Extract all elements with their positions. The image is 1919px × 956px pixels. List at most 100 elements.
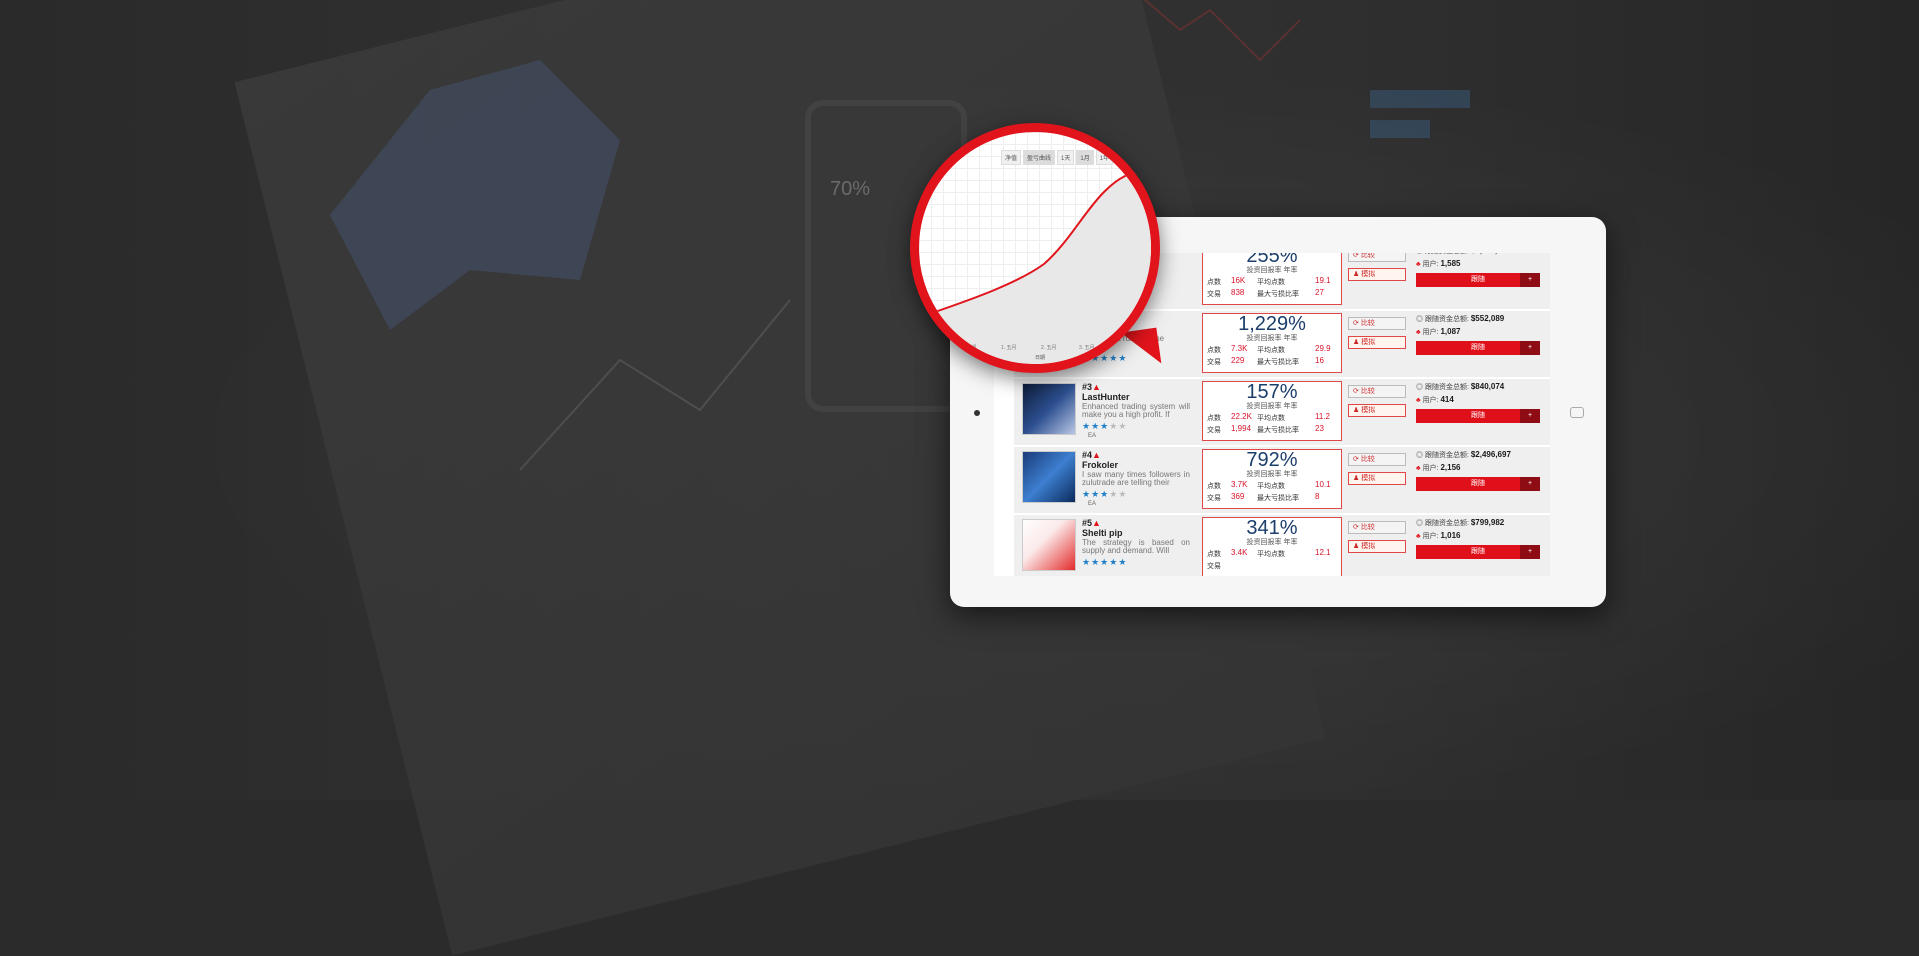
legend-swatch (1013, 365, 1022, 370)
funds-label: 跟随资金总额: (1424, 384, 1469, 391)
follow-label: 跟随 (1471, 344, 1485, 351)
simulate-button[interactable]: ♟ 模拟 (1348, 472, 1406, 485)
avg-pips-value: 19.1 (1315, 276, 1331, 285)
simulate-button[interactable]: ♟ 模拟 (1348, 540, 1406, 553)
follow-button[interactable]: 跟随 + (1416, 477, 1540, 491)
compare-button[interactable]: ⟳ 比较 (1348, 385, 1406, 398)
funds-value: $1,117,629 (1471, 253, 1511, 255)
simulate-label: 模拟 (1361, 271, 1376, 278)
trader-stats: 792% 投资回报率 年率 点数 3.7K 平均点数 10.1 交易 369 最大亏损比率 8 (1202, 449, 1342, 509)
refresh-icon: ⟳ (1353, 320, 1361, 327)
trader-rating: ★★★★★ (1082, 557, 1127, 568)
plus-icon[interactable]: + (1520, 545, 1540, 559)
trader-description: Enhanced trading system will make you a … (1082, 402, 1190, 419)
person-icon: ♟ (1353, 339, 1362, 346)
funds-line: ◎ 跟随资金总额: $552,089 (1416, 313, 1540, 326)
trader-tag: EA (1088, 433, 1097, 439)
simulate-button[interactable]: ♟ 模拟 (1348, 268, 1406, 281)
star-icon: ★ (1082, 489, 1092, 499)
star-icon: ★ (1091, 557, 1101, 567)
simulate-button[interactable]: ♟ 模拟 (1348, 404, 1406, 417)
max-loss-label: 最大亏损比率 (1257, 495, 1299, 502)
avg-pips-label: 平均点数 (1257, 551, 1285, 558)
pips-label: 点数 (1207, 483, 1221, 490)
simulate-button[interactable]: ♟ 模拟 (1348, 336, 1406, 349)
users-line: ♣ 用户: 2,156 (1416, 462, 1540, 475)
follow-button[interactable]: 跟随 + (1416, 409, 1540, 423)
simulate-label: 模拟 (1361, 339, 1376, 346)
rank-up-icon: ▲ (1092, 518, 1101, 528)
avg-pips-label: 平均点数 (1257, 415, 1285, 422)
pips-value: 3.4K (1231, 548, 1248, 557)
trader-name[interactable]: Frokoler (1082, 460, 1118, 470)
simulate-label: 模拟 (1361, 407, 1376, 414)
person-icon: ♟ (1353, 407, 1362, 414)
users-label: 用户: (1422, 533, 1439, 540)
trader-name-block: #3▲ LastHunter (1082, 382, 1130, 402)
trader-follow-panel: ◎ 跟随资金总额: $1,117,629 ♣ 用户: 1,585 跟随 + (1416, 253, 1540, 287)
compare-button[interactable]: ⟳ 比较 (1348, 453, 1406, 466)
x-tick: 3. 五月 (1079, 345, 1095, 351)
star-icon: ★ (1091, 421, 1101, 431)
follow-button[interactable]: 跟随 + (1416, 545, 1540, 559)
funds-value: $2,496,697 (1470, 450, 1511, 459)
compare-button[interactable]: ⟳ 比较 (1348, 253, 1406, 262)
star-icon: ★ (1118, 557, 1128, 567)
compare-button[interactable]: ⟳ 比较 (1348, 317, 1406, 330)
funds-label: 跟随资金总额: (1424, 520, 1469, 527)
trader-row[interactable]: #4▲ Frokoler I saw many times followers in… (1014, 447, 1550, 515)
users-line: ♣ 用户: 414 (1416, 394, 1540, 407)
trader-avatar[interactable] (1022, 451, 1076, 503)
users-value: 414 (1440, 395, 1454, 404)
star-icon: ★ (1118, 489, 1128, 499)
trader-actions: ⟳ 比较 ♟ 模拟 (1348, 385, 1406, 423)
trader-name[interactable]: LastHunter (1082, 392, 1130, 402)
refresh-icon: ⟳ (1353, 253, 1361, 259)
refresh-icon: ⟳ (1353, 388, 1361, 395)
star-icon: ★ (1109, 421, 1119, 431)
compare-button[interactable]: ⟳ 比较 (1348, 521, 1406, 534)
x-tick: 1. 五月 (1001, 345, 1017, 351)
star-icon: ★ (1082, 421, 1092, 431)
chart-legend: ROI · 日期 (1013, 364, 1048, 371)
max-loss-value: 16 (1315, 356, 1324, 365)
pips-label: 点数 (1207, 551, 1221, 558)
avg-pips-value: 11.2 (1315, 412, 1330, 421)
plus-icon[interactable]: + (1520, 477, 1540, 491)
pips-value: 22.2K (1231, 412, 1252, 421)
avg-pips-label: 平均点数 (1257, 347, 1285, 354)
follow-button[interactable]: 跟随 + (1416, 273, 1540, 287)
trader-stats: 157% 投资回报率 年率 点数 22.2K 平均点数 11.2 交易 1,994 最大亏损比率… (1202, 381, 1342, 441)
trader-avatar[interactable] (1022, 519, 1076, 571)
plus-icon[interactable]: + (1520, 409, 1540, 423)
roi-label: 投资回报率 年率 (1246, 471, 1298, 478)
trader-row[interactable]: #5▲ Shelti pip The strategy is based on su… (1014, 515, 1550, 576)
trader-row[interactable]: #3▲ LastHunter Enhanced trading system wil… (1014, 379, 1550, 447)
max-loss-value: 23 (1315, 424, 1324, 433)
trader-follow-panel: ◎ 跟随资金总额: $840,074 ♣ 用户: 414 跟随 + (1416, 381, 1540, 423)
funds-label: 跟随资金总额: (1424, 316, 1469, 323)
funds-label: 跟随资金总额: (1424, 452, 1469, 459)
trader-avatar[interactable] (1022, 383, 1076, 435)
tablet-home-button[interactable] (1570, 407, 1584, 418)
coin-icon: ◎ (1416, 253, 1425, 255)
avg-pips-value: 10.1 (1315, 480, 1331, 489)
plus-icon[interactable]: + (1520, 341, 1540, 355)
trader-name[interactable]: Shelti pip (1082, 528, 1123, 538)
star-icon: ★ (1091, 489, 1101, 499)
person-icon: ♟ (1353, 271, 1362, 278)
max-loss-label: 最大亏损比率 (1257, 291, 1299, 298)
compare-label: 比较 (1360, 524, 1375, 531)
max-loss-label: 最大亏损比率 (1257, 359, 1299, 366)
follow-label: 跟随 (1471, 276, 1485, 283)
trader-actions: ⟳ 比较 ♟ 模拟 (1348, 453, 1406, 491)
x-tick: 2. 五月 (1041, 345, 1057, 351)
users-label: 用户: (1422, 397, 1439, 404)
pips-label: 点数 (1207, 347, 1221, 354)
compare-label: 比较 (1360, 253, 1375, 259)
trades-value: 1,994 (1231, 424, 1252, 433)
plus-icon[interactable]: + (1520, 273, 1540, 287)
trades-label: 交易 (1207, 427, 1221, 434)
follow-button[interactable]: 跟随 + (1416, 341, 1540, 355)
roi-label: 投资回报率 年率 (1246, 267, 1298, 274)
